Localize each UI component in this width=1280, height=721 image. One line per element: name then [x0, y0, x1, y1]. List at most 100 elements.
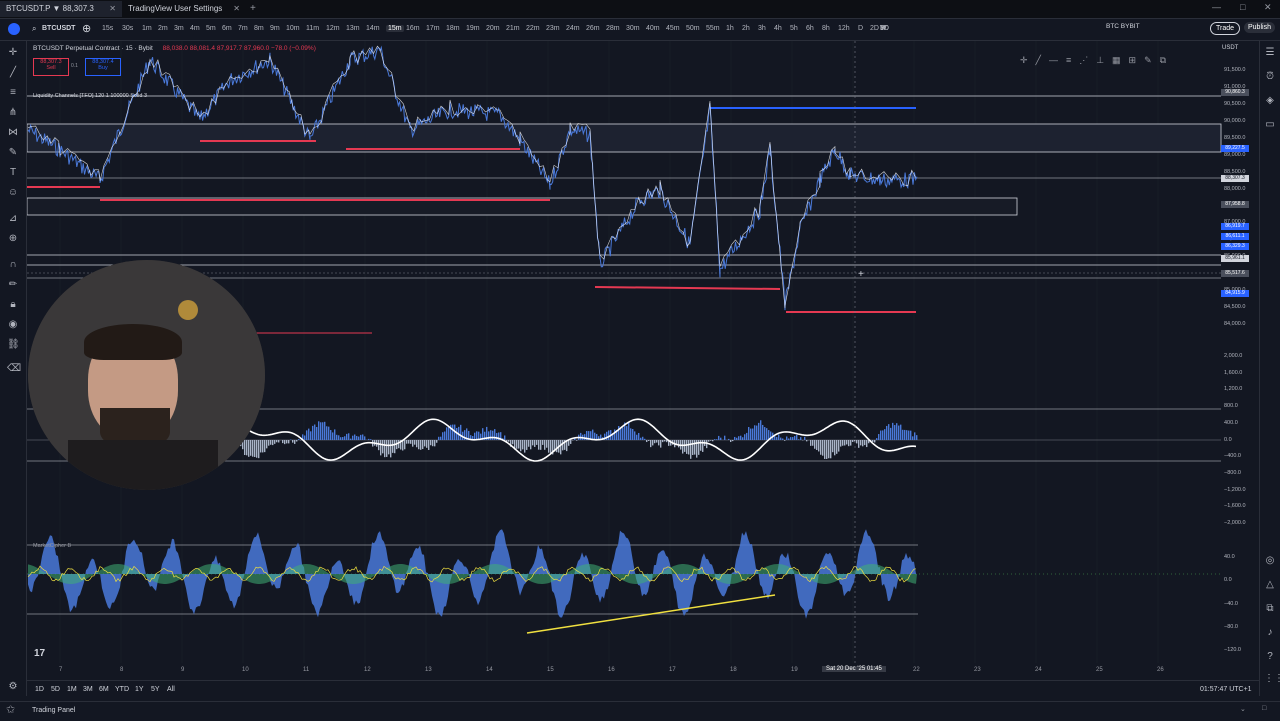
timeframe-15s[interactable]: 15s: [102, 25, 113, 32]
range-YTD[interactable]: YTD: [115, 686, 129, 693]
fib-icon[interactable]: ⋔: [7, 107, 19, 119]
menu-icon[interactable]: ≡: [7, 87, 19, 99]
watchlist-icon[interactable]: ☰: [1264, 47, 1276, 59]
timeframe-3h[interactable]: 3h: [758, 25, 766, 32]
magnet-icon[interactable]: ∩: [7, 259, 19, 271]
range-3M[interactable]: 3M: [83, 686, 93, 693]
range-All[interactable]: All: [167, 686, 175, 693]
range-1Y[interactable]: 1Y: [135, 686, 144, 693]
range-1D[interactable]: 1D: [35, 686, 44, 693]
cipher-label[interactable]: MarketCipher B: [33, 543, 71, 549]
close-icon[interactable]: ✕: [109, 1, 116, 17]
chevron-down-icon[interactable]: ⌄: [1240, 705, 1246, 713]
gear-icon[interactable]: ⚙: [7, 681, 19, 693]
timeframe-8h[interactable]: 8h: [822, 25, 830, 32]
timeframe-2m[interactable]: 2m: [158, 25, 168, 32]
timeframe-3m[interactable]: 3m: [174, 25, 184, 32]
timeframe-10m[interactable]: 10m: [286, 25, 300, 32]
timeframe-6h[interactable]: 6h: [806, 25, 814, 32]
ruler-icon[interactable]: ⊿: [7, 213, 19, 225]
indicator-label[interactable]: Liquidity Channels [TFO] 120 1 100000 So…: [33, 93, 147, 99]
timeframe-24m[interactable]: 24m: [566, 25, 580, 32]
tab-user-settings[interactable]: TradingView User Settings ✕: [122, 1, 246, 17]
clock[interactable]: 01:57:47 UTC+1: [1200, 686, 1252, 693]
range-1M[interactable]: 1M: [67, 686, 77, 693]
timeframe-11m[interactable]: 11m: [306, 25, 319, 32]
minimize-icon[interactable]: —: [1212, 2, 1221, 12]
timeframe-5h[interactable]: 5h: [790, 25, 798, 32]
symbol-search[interactable]: BTCUSDT: [42, 25, 75, 32]
text-icon[interactable]: T: [7, 167, 19, 179]
timeframe-55m[interactable]: 55m: [706, 25, 720, 32]
pattern-icon[interactable]: ⋈: [7, 127, 19, 139]
timeframe-2h[interactable]: 2h: [742, 25, 750, 32]
instrument-title[interactable]: BTCUSDT Perpetual Contract · 15 · Bybit: [33, 45, 153, 52]
emoji-icon[interactable]: ☺: [7, 187, 19, 199]
timeframe-12h[interactable]: 12h: [838, 25, 850, 32]
exchange-label[interactable]: BTC BYBIT: [1106, 23, 1140, 30]
timeframe-5m[interactable]: 5m: [206, 25, 216, 32]
eye-icon[interactable]: ◉: [7, 319, 19, 331]
timeframe-30m[interactable]: 30m: [626, 25, 640, 32]
bell-icon[interactable]: ♪: [1264, 627, 1276, 639]
currency-label[interactable]: USDT: [1222, 45, 1238, 51]
warning-icon[interactable]: △: [1264, 579, 1276, 591]
brush-icon[interactable]: ✎: [7, 147, 19, 159]
help-icon[interactable]: ?: [1264, 651, 1276, 663]
timeframe-8m[interactable]: 8m: [254, 25, 264, 32]
publish-button[interactable]: Publish: [1244, 22, 1275, 33]
range-5Y[interactable]: 5Y: [151, 686, 160, 693]
stack-icon[interactable]: ⧉: [1264, 603, 1276, 615]
timeframe-22m[interactable]: 22m: [526, 25, 540, 32]
maximize-panel-icon[interactable]: □: [1262, 705, 1266, 712]
add-symbol-icon[interactable]: ⊕: [82, 22, 91, 35]
avatar[interactable]: [8, 23, 20, 35]
timeframe-12m[interactable]: 12m: [326, 25, 340, 32]
tab-btcusdt[interactable]: BTCUSDT.P ▼ 88,307.3 −0.09% ✕: [0, 1, 122, 17]
timeframe-21m[interactable]: 21m: [506, 25, 520, 32]
pencil-icon[interactable]: ✏: [7, 279, 19, 291]
timeframe-6m[interactable]: 6m: [222, 25, 232, 32]
alert-icon[interactable]: ⏰︎: [1264, 71, 1276, 83]
target-icon[interactable]: ◎: [1264, 555, 1276, 567]
link-icon[interactable]: ⛓︎: [7, 339, 19, 351]
timeframe-7m[interactable]: 7m: [238, 25, 248, 32]
timeframe-19m[interactable]: 19m: [466, 25, 480, 32]
new-tab-icon[interactable]: +: [250, 3, 256, 14]
timeframe-15m[interactable]: 15m: [386, 25, 404, 32]
chat-icon[interactable]: ▭: [1264, 119, 1276, 131]
timeframe-13m[interactable]: 13m: [346, 25, 360, 32]
search-icon[interactable]: ⌕: [32, 24, 36, 34]
timeframe-20m[interactable]: 20m: [486, 25, 500, 32]
grid-icon[interactable]: ⋮⋮: [1264, 673, 1276, 685]
timeframe-23m[interactable]: 23m: [546, 25, 560, 32]
timeframe-26m[interactable]: 26m: [586, 25, 600, 32]
timeframe-4m[interactable]: 4m: [190, 25, 200, 32]
zoom-icon[interactable]: ⊕: [7, 233, 19, 245]
window-close-icon[interactable]: ✕: [1264, 2, 1272, 13]
trading-panel-tab[interactable]: Trading Panel: [32, 707, 75, 714]
timeframe-D[interactable]: D: [858, 25, 863, 32]
timeframe-17m[interactable]: 17m: [426, 25, 440, 32]
timeframe-1h[interactable]: 1h: [726, 25, 734, 32]
close-icon[interactable]: ✕: [233, 1, 240, 17]
timeframe-18m[interactable]: 18m: [446, 25, 460, 32]
timeframe-1m[interactable]: 1m: [142, 25, 152, 32]
range-6M[interactable]: 6M: [99, 686, 109, 693]
trade-button[interactable]: Trade: [1210, 22, 1240, 35]
range-5D[interactable]: 5D: [51, 686, 60, 693]
trash-icon[interactable]: ⌫: [7, 363, 19, 375]
timeframe-40m[interactable]: 40m: [646, 25, 660, 32]
timeframe-M[interactable]: M: [880, 25, 886, 32]
floating-draw-tools[interactable]: ✛╱—≡⋰⊥▦⊞✎⧉: [1020, 55, 1174, 66]
timeframe-16m[interactable]: 16m: [406, 25, 420, 32]
layers-icon[interactable]: ◈: [1264, 95, 1276, 107]
trendline-icon[interactable]: ╱: [7, 67, 19, 79]
maximize-icon[interactable]: □: [1240, 2, 1245, 12]
buy-button[interactable]: 88,307.4 Buy: [85, 58, 121, 76]
timeframe-2D[interactable]: 2D: [870, 25, 879, 32]
timeframe-50m[interactable]: 50m: [686, 25, 700, 32]
timeframe-45m[interactable]: 45m: [666, 25, 680, 32]
timeframe-14m[interactable]: 14m: [366, 25, 380, 32]
lock-icon[interactable]: 🔒︎: [7, 299, 19, 311]
